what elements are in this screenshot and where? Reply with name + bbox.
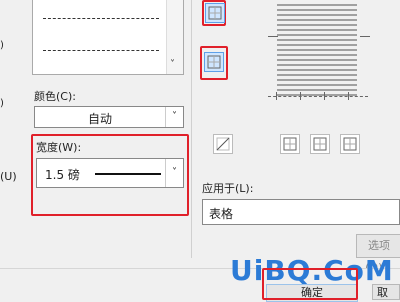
chevron-down-icon[interactable]: ˅ bbox=[165, 107, 183, 127]
apply-to-select[interactable]: 表格 bbox=[202, 199, 400, 225]
partial-indicator: ) bbox=[0, 40, 4, 51]
width-label: 宽度(W): bbox=[36, 141, 82, 154]
list-scrollbar[interactable]: ˅ bbox=[166, 0, 183, 74]
preview-tick bbox=[276, 92, 277, 100]
color-select-value: 自动 bbox=[87, 112, 112, 126]
apply-to-label: 应用于(L): bbox=[202, 182, 254, 195]
partial-indicator: ) bbox=[0, 98, 4, 109]
preview-tick bbox=[348, 92, 349, 100]
left-panel: ) ) (U) bbox=[0, 0, 30, 268]
preview-corner-mark bbox=[360, 36, 370, 37]
preview-tick bbox=[324, 92, 325, 100]
preview-tick bbox=[300, 92, 301, 100]
width-select-value: 1.5 磅 bbox=[45, 168, 80, 182]
diagonal-border-icon[interactable] bbox=[213, 134, 233, 154]
width-select[interactable]: 1.5 磅 ˅ bbox=[36, 158, 184, 188]
width-line-preview bbox=[95, 173, 161, 175]
top-border-icon[interactable] bbox=[205, 3, 225, 23]
bottom-border-icon[interactable] bbox=[204, 52, 224, 72]
preview-bottom-border bbox=[268, 96, 368, 98]
line-style-option[interactable] bbox=[43, 18, 159, 19]
ok-highlight bbox=[262, 268, 358, 300]
line-style-option[interactable] bbox=[43, 50, 159, 51]
cancel-button[interactable]: 取 bbox=[372, 284, 400, 300]
apply-to-value: 表格 bbox=[209, 207, 234, 221]
chevron-down-icon[interactable]: ˅ bbox=[170, 59, 175, 70]
preview-corner-mark bbox=[268, 36, 278, 37]
right-border-icon[interactable] bbox=[340, 134, 360, 154]
inside-vertical-border-icon[interactable] bbox=[310, 134, 330, 154]
line-style-list[interactable]: ˅ bbox=[32, 0, 184, 75]
color-label: 颜色(C): bbox=[34, 90, 76, 103]
chevron-down-icon[interactable]: ˅ bbox=[165, 159, 183, 187]
table-preview bbox=[277, 4, 357, 99]
left-border-icon[interactable] bbox=[280, 134, 300, 154]
color-select[interactable]: 自动 ˅ bbox=[34, 106, 184, 128]
underline-hint: (U) bbox=[0, 170, 17, 183]
